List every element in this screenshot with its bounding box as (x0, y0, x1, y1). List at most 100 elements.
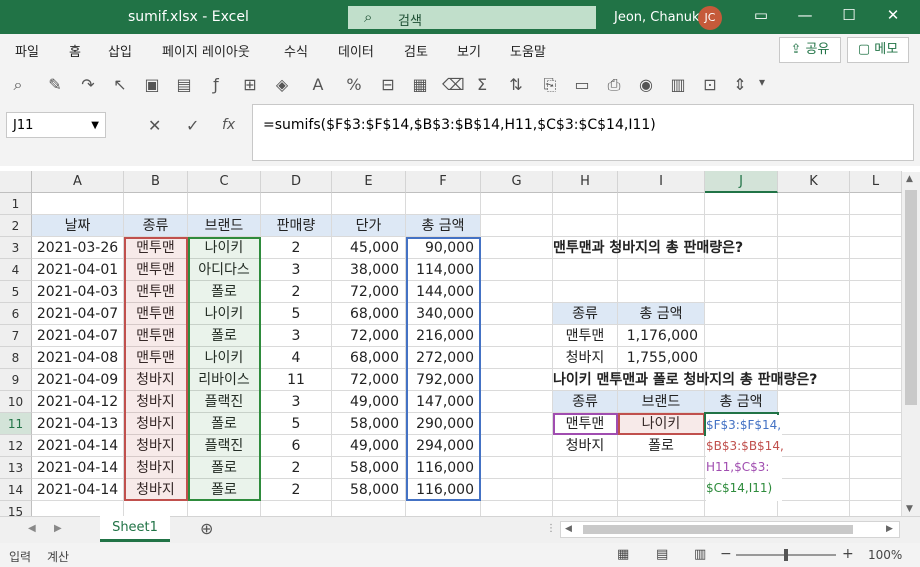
cell-h5[interactable] (553, 281, 618, 303)
q2-header-brand[interactable]: 브랜드 (618, 391, 705, 413)
cell-h4[interactable] (553, 259, 618, 281)
row-header-8[interactable]: 8 (0, 347, 32, 369)
cell-j8[interactable] (705, 347, 778, 369)
table-cell-d11[interactable]: 5 (261, 413, 332, 435)
cell-h1[interactable] (553, 193, 618, 215)
table-cell-e14[interactable]: 58,000 (332, 479, 406, 501)
menu-file[interactable]: 파일 (15, 41, 39, 60)
cell-a1[interactable] (32, 193, 124, 215)
row-header-3[interactable]: 3 (0, 237, 32, 259)
cell-l5[interactable] (850, 281, 902, 303)
q2-header-type[interactable]: 종류 (553, 391, 618, 413)
col-header-i[interactable]: I (618, 171, 705, 193)
table-cell-d4[interactable]: 3 (261, 259, 332, 281)
cell-j4[interactable] (705, 259, 778, 281)
paste-icon[interactable]: ▭ (572, 75, 592, 94)
menu-review[interactable]: 검토 (404, 41, 428, 60)
cell-i14[interactable] (618, 479, 705, 501)
menu-page-layout[interactable]: 페이지 레이아웃 (162, 41, 250, 60)
table-header-a[interactable]: 날짜 (32, 215, 124, 237)
cell-l4[interactable] (850, 259, 902, 281)
q1-total-2[interactable]: 1,755,000 (618, 347, 705, 369)
status-accessibility[interactable]: 계산 (47, 548, 69, 565)
clear-icon[interactable]: ⌫ (442, 75, 465, 94)
cell-g14[interactable] (481, 479, 553, 501)
table-header-d[interactable]: 판매량 (261, 215, 332, 237)
cell-f1[interactable] (406, 193, 481, 215)
cell-i5[interactable] (618, 281, 705, 303)
row-header-6[interactable]: 6 (0, 303, 32, 325)
print-icon[interactable]: ⎙ (604, 75, 624, 95)
table-cell-a6[interactable]: 2021-04-07 (32, 303, 124, 325)
chevron-down-icon[interactable]: ▼ (91, 113, 99, 139)
table-cell-d9[interactable]: 11 (261, 369, 332, 391)
table-cell-a10[interactable]: 2021-04-12 (32, 391, 124, 413)
table-icon[interactable]: ⊞ (240, 75, 260, 94)
minimize-button[interactable]: — (790, 6, 820, 24)
formula-input[interactable]: =sumifs($F$3:$F$14,$B$3:$B$14,H11,$C$3:$… (252, 104, 914, 161)
cell-h14[interactable] (553, 479, 618, 501)
freeze-icon[interactable]: ⊡ (700, 75, 720, 94)
row-header-15[interactable]: 15 (0, 501, 32, 516)
user-name[interactable]: Jeon, Chanuk (614, 10, 700, 25)
format-painter-icon[interactable]: ✎ (45, 75, 65, 94)
cell-k8[interactable] (778, 347, 850, 369)
cell-g10[interactable] (481, 391, 553, 413)
table-cell-d10[interactable]: 3 (261, 391, 332, 413)
cell-l12[interactable] (850, 435, 902, 457)
table-cell-e10[interactable]: 49,000 (332, 391, 406, 413)
question1-title[interactable]: 맨투맨과 청바지의 총 판매량은? (553, 237, 853, 259)
borders-icon[interactable]: ⊟ (378, 75, 398, 94)
cell-l7[interactable] (850, 325, 902, 347)
cell-g1[interactable] (481, 193, 553, 215)
cell-e15[interactable] (332, 501, 406, 516)
cell-f15[interactable] (406, 501, 481, 516)
col-header-h[interactable]: H (553, 171, 618, 193)
table-header-e[interactable]: 단가 (332, 215, 406, 237)
table-cell-d14[interactable]: 2 (261, 479, 332, 501)
cell-h13[interactable] (553, 457, 618, 479)
col-header-l[interactable]: L (850, 171, 902, 193)
q2-type-2[interactable]: 청바지 (553, 435, 618, 457)
redo-icon[interactable]: ↷ (78, 75, 98, 94)
cell-h2[interactable] (553, 215, 618, 237)
avatar[interactable]: JC (698, 6, 722, 30)
search-input[interactable]: ⌕ 검색 (348, 6, 596, 29)
question2-title[interactable]: 나이키 맨투맨과 폴로 청바지의 총 판매량은? (553, 369, 893, 391)
cell-j1[interactable] (705, 193, 778, 215)
table-cell-e11[interactable]: 58,000 (332, 413, 406, 435)
image-icon[interactable]: ▣ (142, 75, 162, 94)
col-header-d[interactable]: D (261, 171, 332, 193)
cell-l15[interactable] (850, 501, 902, 516)
cell-j15[interactable] (705, 501, 778, 516)
customize-chevron-icon[interactable]: ▾ (752, 75, 772, 89)
menu-view[interactable]: 보기 (457, 41, 481, 60)
table-cell-a14[interactable]: 2021-04-14 (32, 479, 124, 501)
col-header-a[interactable]: A (32, 171, 124, 193)
spacing-icon[interactable]: ⇕ (730, 75, 750, 94)
row-header-11[interactable]: 11 (0, 413, 32, 435)
copy-icon[interactable]: ⎘ (540, 75, 560, 95)
cell-k4[interactable] (778, 259, 850, 281)
cell-l3[interactable] (850, 237, 902, 259)
cell-g11[interactable] (481, 413, 553, 435)
cell-k11[interactable] (778, 413, 850, 435)
cell-k5[interactable] (778, 281, 850, 303)
menu-insert[interactable]: 삽입 (108, 41, 132, 60)
cell-k12[interactable] (778, 435, 850, 457)
row-header-10[interactable]: 10 (0, 391, 32, 413)
cell-b15[interactable] (124, 501, 188, 516)
cell-g5[interactable] (481, 281, 553, 303)
prev-sheet-icon[interactable]: ◀ (28, 523, 36, 534)
cell-k6[interactable] (778, 303, 850, 325)
horizontal-scrollbar[interactable]: ◀ ▶ (560, 521, 900, 538)
sheet-tab-sheet1[interactable]: Sheet1 (100, 516, 170, 542)
cell-l13[interactable] (850, 457, 902, 479)
h-scroll-thumb[interactable] (583, 525, 853, 534)
cell-h15[interactable] (553, 501, 618, 516)
cell-l6[interactable] (850, 303, 902, 325)
cell-j6[interactable] (705, 303, 778, 325)
cell-g12[interactable] (481, 435, 553, 457)
table-cell-e8[interactable]: 68,000 (332, 347, 406, 369)
table-cell-d8[interactable]: 4 (261, 347, 332, 369)
